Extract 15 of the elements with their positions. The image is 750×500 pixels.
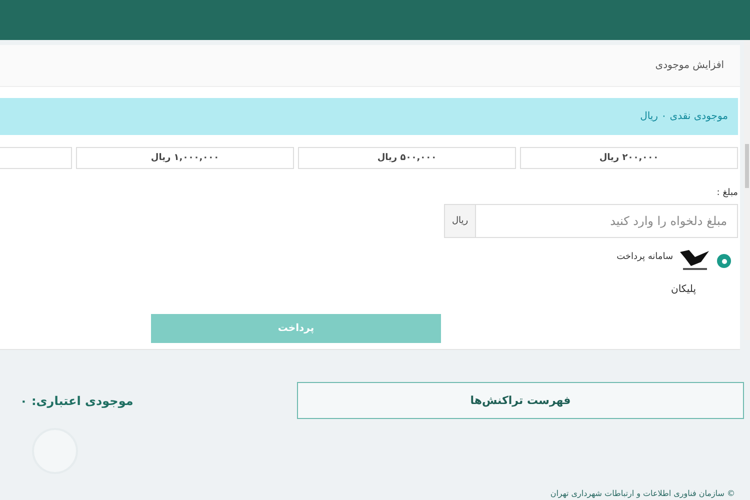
unit-label: ریال — [445, 205, 476, 237]
amount-label: مبلغ : — [716, 188, 738, 198]
amount-button[interactable]: ۲۰۰,۰۰۰ ریال — [520, 147, 738, 169]
bird-logo-icon — [679, 248, 711, 272]
balance-alert: موجودی نقدی ۰ ریال — [0, 98, 738, 135]
card-title: افزایش موجودی — [0, 45, 740, 87]
amount-button[interactable]: ۱,۰۰۰,۰۰۰ ریال — [76, 147, 294, 169]
footer-copyright: © سازمان فناوری اطلاعات و ارتباطات شهرداری تهران — [550, 489, 735, 498]
credit-balance: موجودی اعتباری: ۰ — [20, 394, 134, 408]
radio-button[interactable] — [717, 254, 731, 268]
amount-field[interactable]: مبلغ دلخواه را وارد کنید ریال — [444, 204, 738, 238]
amount-button[interactable]: ۵۰۰,۰۰۰ ریال — [298, 147, 516, 169]
gateway-label: سامانه پرداخت — [616, 252, 673, 262]
gateway-name: پلیکان — [670, 284, 696, 295]
transactions-button[interactable]: فهرست تراکنش‌ها — [297, 382, 744, 419]
